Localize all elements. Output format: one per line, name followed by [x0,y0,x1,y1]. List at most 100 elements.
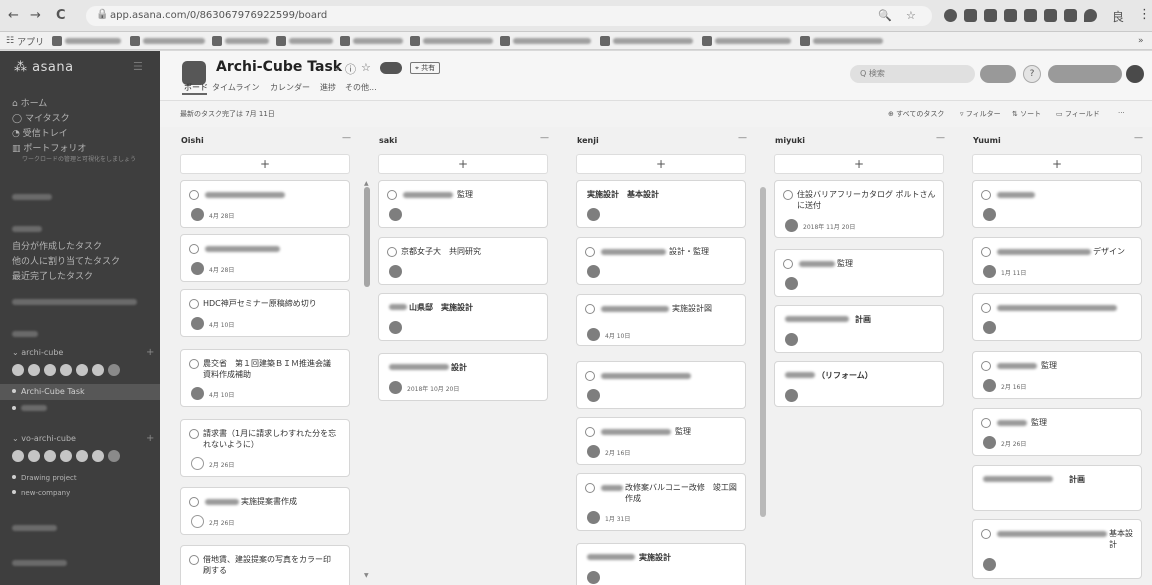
task-card[interactable]: 基本設計 [972,519,1142,579]
task-card[interactable]: 計画 [972,465,1142,511]
apps-bookmark[interactable]: ☷ アプリ [6,35,44,48]
assignee-avatar[interactable] [389,321,402,334]
column-title[interactable]: kenji [577,136,599,145]
task-card[interactable] [576,361,746,409]
chevron-down-icon[interactable]: ⌄ [332,61,341,74]
column-menu-icon[interactable]: — [342,133,351,143]
complete-check-icon[interactable] [189,429,199,439]
task-card[interactable]: 請求書（1月に請求しわすれた分を忘れないように） 2月 26日 [180,419,350,477]
team-vo-archi-cube[interactable]: ⌄ vo-archi-cube [12,434,76,443]
complete-check-icon[interactable] [585,247,595,257]
sidebar-project-new-company[interactable]: new-company [12,489,70,497]
sidebar-project-archi-cube-task[interactable]: Archi-Cube Task [12,387,85,396]
sidebar-item-portfolio[interactable]: ▥ ポートフォリオ [12,141,86,154]
add-task-button[interactable]: + [972,154,1142,174]
add-task-button[interactable]: + [180,154,350,174]
task-card[interactable]: 京都女子大 共同研究 [378,237,548,285]
complete-check-icon[interactable] [981,418,991,428]
task-card[interactable]: 改修案バルコニー改修 竣工図作成 1月 31日 [576,473,746,531]
more-options-icon[interactable]: ··· [1118,109,1125,117]
extension-icon[interactable] [1064,9,1077,22]
assignee-avatar[interactable] [785,333,798,346]
column-menu-icon[interactable]: — [936,133,945,143]
filter-button[interactable]: ▿ フィルター [960,109,1001,119]
assignee-avatar[interactable] [983,265,996,278]
assignee-avatar[interactable] [191,317,204,330]
assignee-avatar[interactable] [785,277,798,290]
complete-check-icon[interactable] [783,259,793,269]
profile-icon[interactable]: 良 [1112,8,1124,25]
complete-check-icon[interactable] [981,361,991,371]
search-input[interactable]: Q 検索 [850,65,975,83]
complete-check-icon[interactable] [387,247,397,257]
bookmark-item[interactable] [702,35,791,47]
extension-icon[interactable] [944,9,957,22]
complete-check-icon[interactable] [189,244,199,254]
back-icon[interactable]: ← [8,8,19,23]
zoom-icon[interactable]: 🔍 [878,9,892,22]
sidebar-invite[interactable] [12,560,67,566]
sidebar-more-teams[interactable] [12,525,57,531]
info-icon[interactable]: ⓘ [345,61,356,77]
task-card[interactable]: HDC神戸セミナー原稿締め切り 4月 10日 [180,289,350,337]
assignee-avatar[interactable] [983,558,996,571]
complete-check-icon[interactable] [585,427,595,437]
add-task-button[interactable]: + [576,154,746,174]
bookmark-item[interactable] [52,35,121,47]
asana-logo[interactable]: ⁂ asana [14,60,74,75]
task-card[interactable]: 監理 2月 16日 [972,351,1142,399]
complete-check-icon[interactable] [981,190,991,200]
tab-timeline[interactable]: タイムライン [212,82,259,93]
complete-check-icon[interactable] [585,371,595,381]
extension-icon[interactable] [1004,9,1017,22]
new-button[interactable] [980,65,1016,83]
add-task-button[interactable]: + [378,154,548,174]
task-card[interactable]: （リフォーム） [774,361,944,407]
sidebar-report-created[interactable]: 自分が作成したタスク [12,239,102,252]
complete-check-icon[interactable] [189,497,199,507]
assignee-avatar[interactable] [983,208,996,221]
extension-icon[interactable] [984,9,997,22]
bookmark-item[interactable] [340,35,403,47]
tab-board[interactable]: ボード [184,82,208,93]
reload-icon[interactable]: C [56,8,66,23]
upgrade-button[interactable] [1048,65,1122,83]
sidebar-report-completed[interactable]: 最近完了したタスク [12,269,93,282]
task-card[interactable]: 監理 2月 16日 [576,417,746,465]
task-card[interactable] [972,180,1142,228]
favorite-star-icon[interactable]: ☆ [361,61,371,74]
assignee-avatar[interactable] [587,389,600,402]
assignee-avatar[interactable] [587,511,600,524]
assignee-avatar[interactable] [191,262,204,275]
assignee-avatar[interactable] [785,219,798,232]
assignee-avatar[interactable] [587,571,600,584]
team-members[interactable] [12,450,120,462]
task-card[interactable]: 4月 28日 [180,234,350,282]
column-title[interactable]: miyuki [775,136,805,145]
browser-menu-icon[interactable]: ⋮ [1138,7,1151,22]
column-menu-icon[interactable]: — [1134,133,1143,143]
extension-icon[interactable] [1024,9,1037,22]
task-card[interactable]: 実施設計 基本設計 [576,180,746,228]
tab-progress[interactable]: 進捗 [320,82,336,93]
task-card[interactable]: 監理 [774,249,944,297]
complete-check-icon[interactable] [783,190,793,200]
bookmark-item[interactable] [410,35,493,47]
task-card[interactable]: 監理 2月 26日 [972,408,1142,456]
sidebar-report-assigned[interactable]: 他の人に割り当てたタスク [12,254,120,267]
bookmark-item[interactable] [276,35,333,47]
column-title[interactable]: saki [379,136,397,145]
bookmark-star-icon[interactable]: ☆ [906,9,916,22]
team-add-icon[interactable]: + [146,433,154,444]
unassigned-avatar-icon[interactable] [191,515,204,528]
extension-icon[interactable] [964,9,977,22]
fields-button[interactable]: ▭ フィールド [1056,109,1100,119]
task-card[interactable]: 借地賃、建設提案の写真をカラー印刷する [180,545,350,585]
sidebar-item-my-tasks[interactable]: ◯ マイタスク [12,111,70,124]
assignee-avatar[interactable] [983,436,996,449]
sort-button[interactable]: ⇅ ソート [1012,109,1041,119]
task-card[interactable]: 実施設計図 4月 10日 [576,294,746,346]
column-menu-icon[interactable]: — [738,133,747,143]
task-card[interactable] [972,293,1142,341]
assignee-avatar[interactable] [389,381,402,394]
